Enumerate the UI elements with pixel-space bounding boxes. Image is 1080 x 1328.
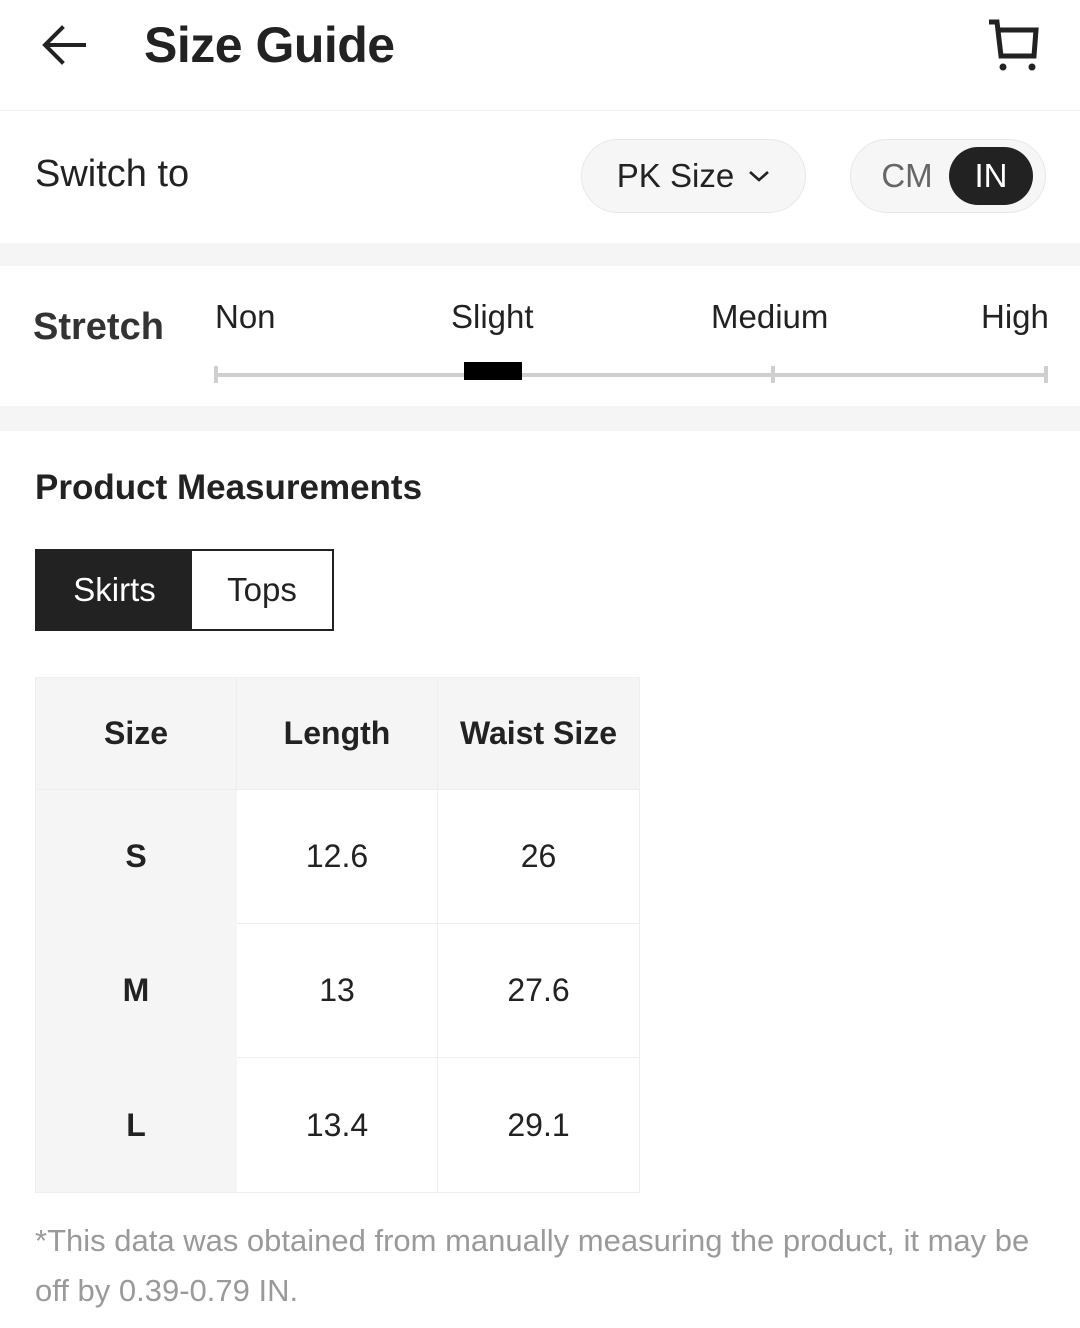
size-cell: L [36, 1058, 237, 1192]
unit-toggle[interactable]: CM IN [850, 139, 1046, 213]
cart-button[interactable] [984, 16, 1044, 76]
table-header-row: Size Length Waist Size [36, 678, 639, 790]
table-row: M 13 27.6 [36, 924, 639, 1058]
size-system-value: PK Size [616, 157, 735, 194]
back-button[interactable] [38, 20, 92, 70]
stretch-tick [1044, 366, 1048, 383]
stretch-indicator [463, 362, 522, 380]
stretch-section: Stretch Non Slight Medium High [0, 266, 1080, 406]
length-cell: 13 [237, 924, 438, 1058]
tab-tops[interactable]: Tops [192, 551, 332, 629]
category-tabs: Skirts Tops [35, 549, 334, 631]
measurement-disclaimer: *This data was obtained from manually me… [35, 1223, 1030, 1308]
stretch-level-non: Non [215, 298, 276, 335]
unit-option-in[interactable]: IN [949, 147, 1033, 205]
page-title: Size Guide [144, 17, 395, 73]
section-divider [0, 243, 1080, 266]
top-app-bar: Size Guide [0, 0, 1080, 111]
table-row: L 13.4 29.1 [36, 1058, 639, 1192]
table-row: S 12.6 26 [36, 790, 639, 924]
stretch-level-medium: Medium [711, 298, 829, 335]
unit-option-cm[interactable]: CM [865, 147, 949, 205]
length-cell: 13.4 [237, 1058, 438, 1192]
stretch-tick [771, 366, 775, 383]
column-header-size: Size [36, 678, 237, 790]
arrow-left-icon [42, 25, 86, 65]
chevron-down-icon [749, 171, 770, 182]
stretch-tick [214, 366, 218, 383]
stretch-track [215, 373, 1047, 377]
stretch-label: Stretch [33, 306, 164, 348]
waist-cell: 27.6 [438, 924, 639, 1058]
column-header-waist: Waist Size [438, 678, 639, 790]
waist-cell: 29.1 [438, 1058, 639, 1192]
size-cell: M [36, 924, 237, 1058]
shopping-cart-icon [989, 19, 1039, 71]
stretch-level-slight: Slight [451, 298, 534, 335]
size-cell: S [36, 790, 237, 924]
measurements-table: Size Length Waist Size S 12.6 26 M 13 27… [35, 677, 640, 1193]
switch-row: Switch to PK Size CM IN [0, 111, 1080, 243]
size-system-dropdown[interactable]: PK Size [581, 139, 806, 213]
waist-cell: 26 [438, 790, 639, 924]
section-title: Product Measurements [35, 468, 423, 507]
switch-to-label: Switch to [35, 153, 190, 195]
length-cell: 12.6 [237, 790, 438, 924]
stretch-level-high: High [981, 298, 1049, 335]
tab-skirts[interactable]: Skirts [37, 551, 192, 629]
column-header-length: Length [237, 678, 438, 790]
section-divider [0, 406, 1080, 431]
